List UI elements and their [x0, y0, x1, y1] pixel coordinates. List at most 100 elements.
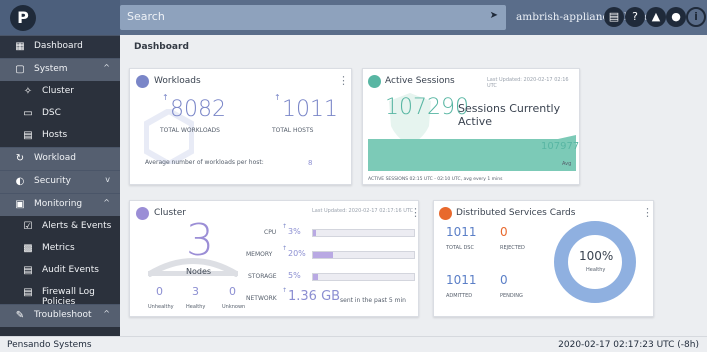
sidebar-item-label: Monitoring [34, 199, 83, 209]
memory-bar [312, 251, 415, 259]
sidebar-item-security[interactable]: ◐ Security v [0, 171, 120, 193]
card-title: Cluster [154, 208, 186, 218]
system-icon: ▢ [15, 64, 25, 75]
sidebar-item-hosts[interactable]: ▤ Hosts [0, 125, 120, 147]
admitted-value: 1011 [446, 273, 477, 287]
memory-value: 20% [288, 249, 306, 258]
storage-value: 5% [288, 271, 301, 280]
pending-value: 0 [500, 273, 508, 287]
cluster-card-icon [136, 207, 149, 220]
dashboard-icon: ▦ [15, 41, 25, 52]
total-hosts-value: 1011 [282, 97, 338, 122]
sidebar-item-label: Security [34, 176, 71, 186]
sidebar-item-troubleshoot[interactable]: ✎ Troubleshoot ^ [0, 305, 120, 327]
sidebar-item-metrics[interactable]: ▩ Metrics [0, 238, 120, 260]
workloads-card: Workloads ⋮ ↑ 8082 TOTAL WORKLOADS ↑ 101… [129, 68, 352, 185]
alerts-events-icon: ☑ [23, 221, 33, 232]
total-dsc-value: 1011 [446, 225, 477, 239]
healthy-percent-label: Healthy [586, 267, 606, 273]
cpu-bar-fill [313, 230, 317, 236]
rejected-label: REJECTED [500, 245, 525, 251]
sidebar-item-label: Metrics [42, 243, 75, 253]
sessions-avg-label: Avg [562, 161, 572, 167]
chevron-up-icon: ^ [103, 309, 110, 318]
healthy-percent: 100% [579, 249, 614, 263]
more-options-icon[interactable]: ⋮ [338, 75, 349, 86]
rejected-value: 0 [500, 225, 508, 239]
top-bar: P Search ➤ ambrish-appliance-cluster ▤ ?… [0, 0, 707, 35]
sidebar-item-label: Hosts [42, 130, 68, 140]
sidebar-item-audit-events[interactable]: ▤ Audit Events [0, 260, 120, 282]
sidebar-item-label: Dashboard [34, 41, 83, 51]
sessions-value: 107290 [385, 95, 469, 120]
memory-label: MEMORY [246, 251, 273, 258]
notes-icon[interactable]: ▤ [604, 7, 624, 27]
search-input[interactable]: Search ➤ [120, 5, 506, 30]
sidebar-item-label: Troubleshoot [34, 310, 92, 320]
sidebar-item-firewall-log-policies[interactable]: ▤ Firewall Log Policies [0, 282, 120, 307]
sidebar-item-label: Cluster [42, 86, 74, 96]
unhealthy-count: 0 [156, 285, 163, 298]
unknown-count: 0 [229, 285, 236, 298]
user-icon[interactable]: ● [666, 7, 686, 27]
sidebar-item-dsc[interactable]: ▭ DSC [0, 103, 120, 125]
storage-label: STORAGE [248, 273, 277, 280]
company-name: Pensando Systems [7, 340, 92, 350]
alerts-icon[interactable]: ▲ [646, 7, 666, 27]
active-sessions-card: Active Sessions Last Updated: 2020-02-17… [362, 68, 580, 185]
workload-icon: ↻ [15, 153, 25, 164]
pensando-logo[interactable]: P [10, 5, 36, 31]
cluster-card: Cluster Last Updated: 2020-02-17 02:17:1… [129, 200, 421, 317]
more-options-icon[interactable]: ⋮ [642, 207, 653, 218]
breadcrumb: Dashboard [134, 42, 189, 52]
hosts-icon: ▤ [23, 130, 33, 141]
storage-bar [312, 273, 415, 281]
trend-up-icon: ↑ [162, 93, 169, 102]
dsc-card-icon [439, 207, 452, 220]
info-icon[interactable]: i [686, 7, 706, 27]
cpu-label: CPU [264, 229, 277, 236]
sidebar-item-label: Alerts & Events [42, 221, 112, 231]
monitoring-icon: ▣ [15, 199, 25, 210]
more-options-icon[interactable]: ⋮ [410, 207, 421, 218]
sidebar-item-cluster[interactable]: ✧ Cluster [0, 81, 120, 103]
sidebar-item-label: Firewall Log Policies [42, 287, 95, 307]
memory-bar-fill [313, 252, 334, 258]
sidebar-item-dashboard[interactable]: ▦ Dashboard [0, 36, 120, 58]
sidebar-item-label: Workload [34, 153, 77, 163]
sessions-footer: ACTIVE SESSIONS 02:15 UTC - 02:10 UTC, a… [368, 177, 503, 182]
sidebar-item-label: Audit Events [42, 265, 99, 275]
cpu-value: 3% [288, 227, 301, 236]
search-placeholder: Search [127, 10, 165, 23]
card-title: Workloads [154, 76, 201, 86]
network-suffix: sent in the past 5 min [340, 297, 406, 304]
sidebar-item-hidden [0, 327, 120, 336]
chevron-up-icon: ^ [103, 198, 110, 207]
nodes-label: Nodes [186, 267, 212, 276]
audit-events-icon: ▤ [23, 265, 33, 276]
unhealthy-label: Unhealthy [148, 304, 174, 310]
help-icon[interactable]: ? [625, 7, 645, 27]
footer-timestamp: 2020-02-17 02:17:23 UTC (-8h) [558, 340, 699, 350]
trend-up-icon: ↑ [282, 223, 288, 230]
network-label: NETWORK [246, 295, 277, 302]
card-title: Distributed Services Cards [456, 208, 576, 218]
pending-label: PENDING [500, 293, 523, 299]
cluster-last-updated: Last Updated: 2020-02-17 02:17:16 UTC [312, 208, 414, 214]
sessions-value-label: Sessions Currently Active [458, 102, 561, 128]
total-hosts-label: TOTAL HOSTS [272, 127, 314, 134]
storage-bar-fill [313, 274, 319, 280]
cluster-icon: ✧ [23, 86, 33, 97]
metrics-icon: ▩ [23, 243, 33, 254]
sidebar-item-alerts-events[interactable]: ☑ Alerts & Events [0, 216, 120, 238]
card-title: Active Sessions [385, 76, 455, 86]
sidebar-item-system[interactable]: ▢ System ^ [0, 59, 120, 81]
logo-area: P [0, 0, 120, 35]
workloads-icon [136, 75, 149, 88]
cpu-bar [312, 229, 415, 237]
security-icon: ◐ [15, 176, 25, 187]
sidebar-item-workload[interactable]: ↻ Workload [0, 148, 120, 170]
total-workloads-label: TOTAL WORKLOADS [160, 127, 220, 134]
sidebar-item-monitoring[interactable]: ▣ Monitoring ^ [0, 194, 120, 216]
chevron-down-icon[interactable]: ➤ [490, 10, 498, 21]
